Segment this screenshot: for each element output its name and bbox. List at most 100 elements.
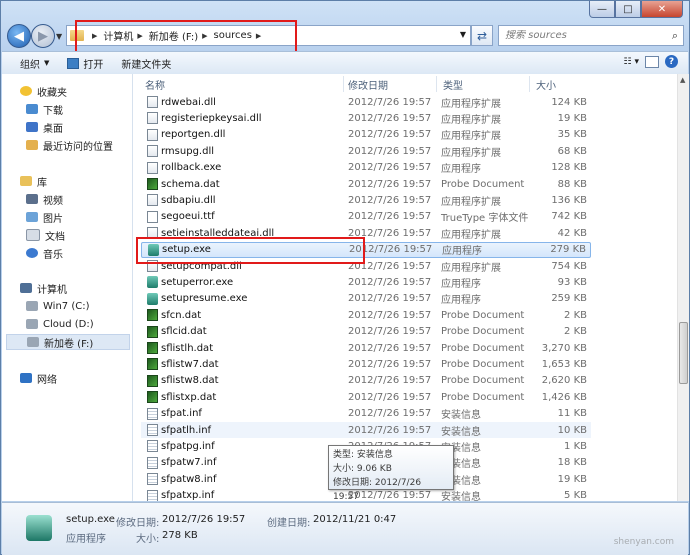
nav-label: 下载 xyxy=(43,105,63,117)
computer-icon xyxy=(20,283,32,293)
breadcrumb-sources[interactable]: sources ▶ xyxy=(214,30,268,41)
file-type: 应用程序 xyxy=(441,164,481,176)
file-row[interactable]: sflcid.dat 2012/7/26 19:57 Probe Document 2… xyxy=(141,324,591,340)
file-size: 259 KB xyxy=(551,293,587,305)
close-button[interactable]: ✕ xyxy=(641,1,683,18)
file-date: 2012/7/26 19:57 xyxy=(348,375,432,387)
download-icon xyxy=(26,104,38,114)
file-row[interactable]: rollback.exe 2012/7/26 19:57 应用程序 128 KB xyxy=(141,160,591,176)
nav-libraries[interactable]: 库 xyxy=(20,173,148,189)
column-divider[interactable] xyxy=(529,76,530,92)
file-row[interactable]: segoeui.ttf 2012/7/26 19:57 TrueType 字体文件 7… xyxy=(141,209,591,225)
file-date: 2012/7/26 19:57 xyxy=(348,162,432,174)
organize-menu[interactable]: 组织 ▼ xyxy=(20,56,49,71)
file-row[interactable]: sflistxp.dat 2012/7/26 19:57 Probe Documen… xyxy=(141,389,591,405)
file-size: 1 KB xyxy=(564,440,587,452)
nav-favorites[interactable]: 收藏夹 xyxy=(20,83,148,99)
search-input[interactable] xyxy=(505,30,655,41)
preview-pane-button[interactable] xyxy=(645,55,659,68)
recent-places-icon xyxy=(26,140,38,150)
breadcrumb-drive[interactable]: 新加卷 (F:) ▶ xyxy=(149,28,214,44)
network-icon xyxy=(20,373,32,383)
new-folder-label: 新建文件夹 xyxy=(121,59,172,71)
file-type: 应用程序扩展 xyxy=(441,147,501,159)
scrollbar-thumb[interactable] xyxy=(679,322,688,384)
file-name: sdbapiu.dll xyxy=(161,194,216,206)
file-row[interactable]: rdwebai.dll 2012/7/26 19:57 应用程序扩展 124 KB xyxy=(141,94,591,110)
forward-button[interactable]: ▶ xyxy=(31,24,55,48)
help-button[interactable]: ? xyxy=(665,55,678,68)
file-type: Probe Document xyxy=(441,326,525,338)
file-row[interactable]: setieinstalleddateai.dll 2012/7/26 19:57 应… xyxy=(141,225,591,241)
column-header-name[interactable]: 名称 xyxy=(145,76,165,92)
file-row[interactable]: sflistlh.dat 2012/7/26 19:57 Probe Documen… xyxy=(141,340,591,356)
file-row[interactable]: reportgen.dll 2012/7/26 19:57 应用程序扩展 35 KB xyxy=(141,127,591,143)
column-label: 大小 xyxy=(536,80,556,92)
file-row[interactable]: rmsupg.dll 2012/7/26 19:57 应用程序扩展 68 KB xyxy=(141,143,591,159)
column-header-type[interactable]: 类型 xyxy=(443,76,463,92)
maximize-button[interactable]: □ xyxy=(615,1,641,18)
file-ttf-icon xyxy=(147,210,158,223)
file-size: 2 KB xyxy=(564,309,587,321)
file-size: 68 KB xyxy=(557,145,587,157)
address-bar[interactable]: ▶ 计算机 ▶ 新加卷 (F:) ▶ sources ▶ ▼ xyxy=(66,25,471,46)
file-row[interactable]: schema.dat 2012/7/26 19:57 Probe Document 8… xyxy=(141,176,591,192)
column-header-size[interactable]: 大小 xyxy=(536,76,556,92)
address-dropdown[interactable]: ▼ xyxy=(460,30,466,39)
breadcrumb-root[interactable]: ▶ xyxy=(88,32,103,40)
column-divider[interactable] xyxy=(436,76,437,92)
details-pane: setup.exe 修改日期: 2012/7/26 19:57 创建日期: 20… xyxy=(2,502,688,555)
nav-network[interactable]: 网络 xyxy=(20,370,148,386)
file-name: setuperror.exe xyxy=(161,276,234,288)
column-header-date[interactable]: 修改日期 xyxy=(348,76,388,92)
scroll-up-icon[interactable]: ▲ xyxy=(680,76,685,84)
nav-label: 计算机 xyxy=(37,284,67,296)
file-row[interactable]: registeriepkeysai.dll 2012/7/26 19:57 应用程序… xyxy=(141,110,591,126)
file-type: 安装信息 xyxy=(441,426,481,438)
file-type: 应用程序扩展 xyxy=(441,114,501,126)
search-box[interactable]: ⌕ xyxy=(498,25,684,46)
file-row[interactable]: sflistw7.dat 2012/7/26 19:57 Probe Documen… xyxy=(141,356,591,372)
new-folder-button[interactable]: 新建文件夹 xyxy=(121,56,171,71)
file-dat-icon xyxy=(147,342,158,354)
details-created-label: 创建日期: xyxy=(267,518,311,529)
file-row[interactable]: sfpat.inf 2012/7/26 19:57 安装信息 11 KB xyxy=(141,406,591,422)
file-date: 2012/7/26 19:57 xyxy=(348,194,432,206)
file-dat-icon xyxy=(147,325,158,338)
vertical-scrollbar[interactable]: ▲ xyxy=(677,74,689,501)
file-date: 2012/7/26 19:57 xyxy=(348,326,432,338)
breadcrumb-label: 计算机 xyxy=(103,32,134,43)
toolbar-right: ☷ ▾ ? xyxy=(624,55,678,68)
file-row[interactable]: sflistw8.dat 2012/7/26 19:57 Probe Documen… xyxy=(141,373,591,389)
recent-pages-dropdown[interactable]: ▼ xyxy=(56,32,62,41)
nav-computer[interactable]: 计算机 xyxy=(20,280,148,296)
breadcrumb-computer[interactable]: 计算机 ▶ xyxy=(103,28,148,44)
open-button[interactable]: 打开 xyxy=(67,56,103,71)
file-row[interactable]: sfcn.dat 2012/7/26 19:57 Probe Document 2 K… xyxy=(141,307,591,323)
file-exe-icon xyxy=(147,276,158,289)
file-date: 2012/7/26 19:57 xyxy=(348,129,432,141)
file-size: 2 KB xyxy=(564,326,587,338)
file-date: 2012/7/26 19:57 xyxy=(348,211,432,223)
file-row[interactable]: sdbapiu.dll 2012/7/26 19:57 应用程序扩展 136 KB xyxy=(141,192,591,208)
chevron-right-icon: ▶ xyxy=(92,31,98,40)
minimize-button[interactable]: — xyxy=(589,1,615,18)
refresh-button[interactable]: ⇄ xyxy=(471,25,493,46)
column-divider[interactable] xyxy=(343,76,344,92)
file-row[interactable]: sfpatlh.inf 2012/7/26 19:57 安装信息 10 KB xyxy=(141,422,591,438)
nav-label: 网络 xyxy=(37,374,57,386)
file-name: setup.exe xyxy=(162,244,211,256)
file-row[interactable]: setup.exe 2012/7/26 19:57 应用程序 279 KB xyxy=(141,241,591,258)
nav-drive-f[interactable]: 新加卷 (F:) xyxy=(6,334,130,350)
file-row[interactable]: setuperror.exe 2012/7/26 19:57 应用程序 93 KB xyxy=(141,274,591,290)
back-button[interactable]: ◀ xyxy=(7,24,31,48)
file-size: 1,653 KB xyxy=(541,358,587,370)
file-date: 2012/7/26 19:57 xyxy=(348,408,432,420)
file-row[interactable]: setupcompat.dll 2012/7/26 19:57 应用程序扩展 754 … xyxy=(141,258,591,274)
file-dat-icon xyxy=(147,309,158,322)
file-name: setupresume.exe xyxy=(161,293,248,305)
view-options-icon[interactable]: ☷ ▾ xyxy=(624,57,639,67)
music-icon xyxy=(26,248,38,258)
file-row[interactable]: setupresume.exe 2012/7/26 19:57 应用程序 259 KB xyxy=(141,291,591,307)
file-tooltip: 类型: 安装信息 大小: 9.06 KB 修改日期: 2012/7/26 19:… xyxy=(328,445,454,502)
